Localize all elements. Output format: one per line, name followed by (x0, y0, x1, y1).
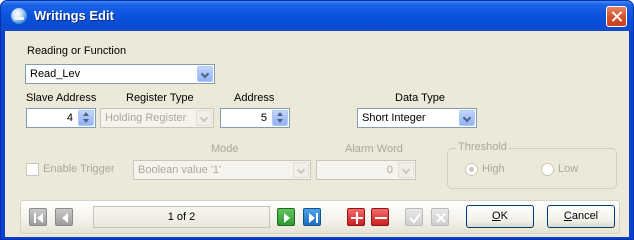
alarm-word-label: Alarm Word (345, 143, 403, 155)
enable-trigger-label: Enable Trigger (43, 163, 115, 175)
data-type-label: Data Type (395, 92, 445, 104)
register-type-value: Holding Register (105, 112, 187, 124)
cancel-label-rest: ancel (571, 210, 599, 222)
previous-record-icon[interactable] (55, 208, 73, 226)
page-indicator: 1 of 2 (93, 206, 270, 228)
address-stepper[interactable]: 5 (220, 108, 290, 128)
data-type-combo[interactable]: Short Integer (357, 108, 477, 128)
register-type-label: Register Type (126, 92, 194, 104)
chevron-down-icon[interactable] (293, 162, 309, 178)
reading-combo[interactable]: Read_Lev (25, 64, 215, 84)
discard-x-icon[interactable] (431, 208, 449, 226)
mode-combo[interactable]: Boolean value '1' (133, 160, 311, 180)
alarm-word-combo[interactable]: 0 (316, 160, 416, 180)
delete-record-icon[interactable] (371, 208, 389, 226)
chevron-down-icon[interactable] (459, 110, 475, 126)
ok-label-rest: K (500, 210, 508, 222)
cancel-button[interactable]: Cancel (547, 205, 615, 228)
ok-button[interactable]: OK (466, 205, 534, 228)
navigation-bar: 1 of 2 OK Cancel (20, 200, 620, 234)
slave-address-label: Slave Address (26, 92, 97, 104)
add-record-icon[interactable] (347, 208, 365, 226)
page-text: 1 of 2 (167, 211, 196, 223)
threshold-low-label: Low (558, 163, 579, 175)
cancel-mnemonic: C (563, 210, 572, 222)
threshold-group: Threshold High Low (447, 141, 617, 189)
reading-value: Read_Lev (30, 68, 81, 80)
dialog-client: Reading or Function Read_Lev Slave Addre… (5, 31, 629, 237)
title-bar[interactable]: Writings Edit (1, 1, 633, 31)
window-title: Writings Edit (34, 8, 114, 23)
stepper-arrows-icon[interactable] (272, 110, 288, 126)
app-icon (11, 8, 27, 24)
enable-trigger-checkbox[interactable] (26, 163, 39, 176)
first-record-icon[interactable] (29, 208, 47, 226)
threshold-legend: Threshold (456, 141, 509, 153)
close-icon[interactable] (606, 6, 627, 27)
next-record-icon[interactable] (277, 208, 295, 226)
register-type-combo[interactable]: Holding Register (100, 108, 214, 128)
ok-mnemonic: O (492, 210, 501, 222)
dialog-window: Writings Edit Reading or Function Read_L… (0, 0, 634, 240)
slave-address-stepper[interactable]: 4 (26, 108, 96, 128)
reading-label: Reading or Function (27, 45, 127, 57)
address-label: Address (234, 92, 275, 104)
last-record-icon[interactable] (303, 208, 321, 226)
stepper-arrows-icon[interactable] (78, 110, 94, 126)
mode-value: Boolean value '1' (138, 164, 222, 176)
address-value: 5 (260, 112, 267, 124)
mode-label: Mode (211, 143, 239, 155)
slave-address-value: 4 (66, 112, 73, 124)
chevron-down-icon[interactable] (197, 66, 213, 82)
confirm-check-icon[interactable] (405, 208, 423, 226)
threshold-low-radio[interactable] (541, 163, 554, 176)
threshold-high-label: High (482, 163, 505, 175)
chevron-down-icon[interactable] (398, 162, 414, 178)
chevron-down-icon[interactable] (196, 110, 212, 126)
threshold-high-radio[interactable] (465, 163, 478, 176)
alarm-word-value: 0 (386, 164, 393, 176)
data-type-value: Short Integer (362, 112, 426, 124)
